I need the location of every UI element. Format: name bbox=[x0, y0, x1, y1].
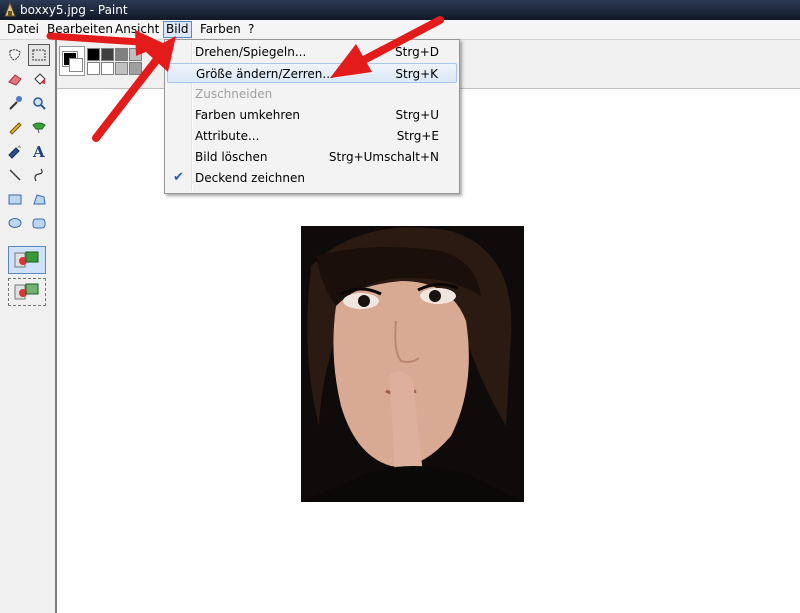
annotation-arrows bbox=[46, 16, 444, 142]
red-arrow-to-resize-item bbox=[330, 16, 444, 78]
